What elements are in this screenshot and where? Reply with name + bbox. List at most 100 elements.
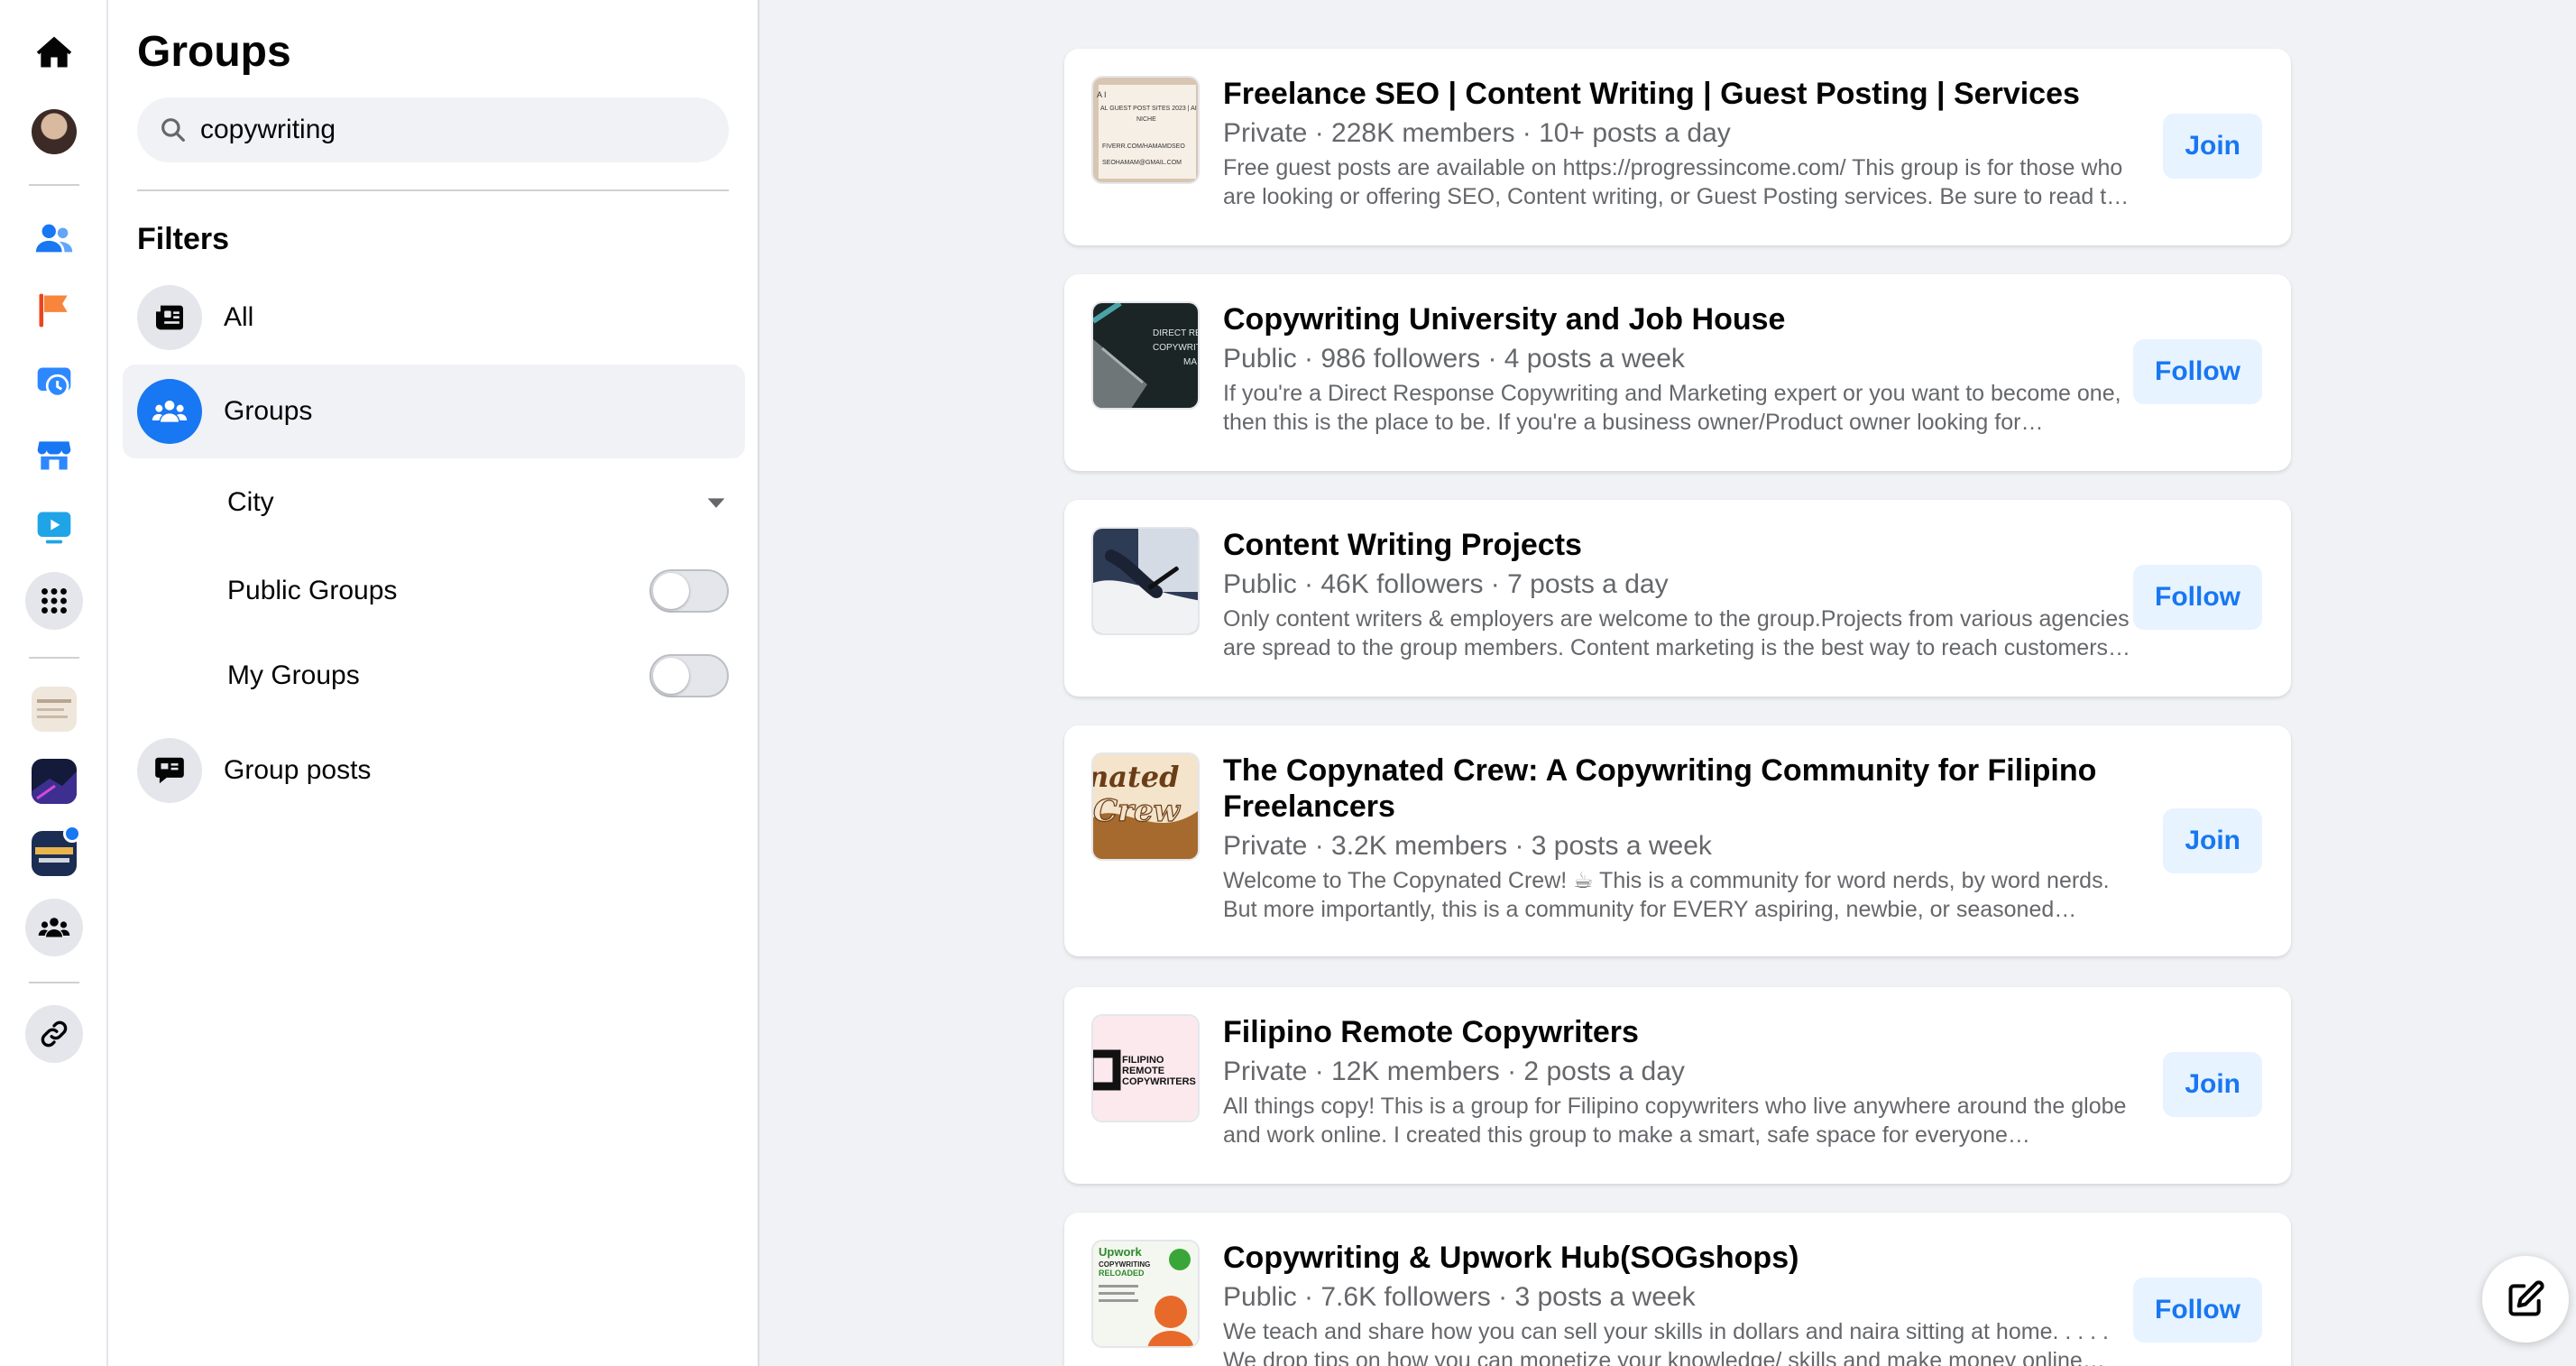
filter-label: Groups bbox=[224, 396, 313, 426]
thumb-text: MA bbox=[1183, 357, 1197, 367]
group-result-card[interactable]: nated Crew The Copynated Crew: A Copywri… bbox=[1064, 725, 2291, 956]
group-thumbnail bbox=[1091, 527, 1200, 635]
compose-icon bbox=[2508, 1280, 2544, 1316]
group-name[interactable]: The Copynated Crew: A Copywriting Commun… bbox=[1223, 752, 2134, 825]
group-description: We teach and share how you can sell your… bbox=[1223, 1319, 2109, 1366]
avatar bbox=[32, 109, 77, 154]
group-thumbnail: FILIPINO REMOTE COPYWRITERS bbox=[1091, 1014, 1200, 1122]
follow-button[interactable]: Follow bbox=[2133, 1278, 2262, 1343]
group-name[interactable]: Copywriting & Upwork Hub(SOGshops) bbox=[1223, 1240, 2134, 1276]
left-nav-rail bbox=[0, 0, 108, 1366]
my-groups-filter: My Groups bbox=[227, 644, 729, 707]
thumb-text: RELOADED bbox=[1099, 1269, 1145, 1278]
group-name[interactable]: Filipino Remote Copywriters bbox=[1223, 1014, 2134, 1050]
thumb-text: COPYWRITERS bbox=[1122, 1076, 1196, 1087]
thumb-text: REMOTE bbox=[1122, 1066, 1164, 1076]
city-dropdown[interactable]: City bbox=[227, 471, 729, 534]
menu-grid-icon[interactable] bbox=[25, 572, 83, 630]
group-meta: Public · 46K followers · 7 posts a day bbox=[1223, 569, 1669, 599]
rail-divider bbox=[29, 657, 79, 659]
groups-sidebar: Groups Filters All Groups City bbox=[108, 0, 759, 1366]
marketplace-icon[interactable] bbox=[25, 426, 83, 484]
caret-down-icon bbox=[707, 498, 725, 508]
group-thumbnail: DIRECT RE COPYWRIT MA bbox=[1091, 301, 1200, 410]
filter-group-posts[interactable]: Group posts bbox=[123, 724, 745, 817]
group-description: If you're a Direct Response Copywriting … bbox=[1223, 381, 2121, 435]
thumb-text: DIRECT RE bbox=[1153, 328, 1200, 338]
profile-avatar[interactable] bbox=[25, 103, 83, 161]
thumb-text: SEOHAMAM@GMAIL.COM bbox=[1102, 160, 1182, 166]
memories-clock-icon[interactable] bbox=[25, 354, 83, 411]
group-thumbnail: nated Crew bbox=[1091, 752, 1200, 861]
join-button[interactable]: Join bbox=[2163, 1052, 2262, 1117]
search-input[interactable] bbox=[200, 115, 705, 145]
follow-button[interactable]: Follow bbox=[2133, 565, 2262, 630]
shortcut-group-1[interactable] bbox=[25, 680, 83, 738]
friends-icon[interactable] bbox=[25, 209, 83, 267]
group-meta: Private · 12K members · 2 posts a day bbox=[1223, 1057, 1685, 1086]
home-icon[interactable] bbox=[25, 23, 83, 81]
watch-video-icon[interactable] bbox=[25, 498, 83, 556]
public-groups-toggle[interactable] bbox=[649, 569, 729, 613]
toggle-knob bbox=[653, 573, 689, 609]
rail-divider bbox=[29, 982, 79, 983]
group-name[interactable]: Copywriting University and Job House bbox=[1223, 301, 2134, 337]
join-button[interactable]: Join bbox=[2163, 808, 2262, 873]
group-info: Content Writing Projects Public · 46K fo… bbox=[1223, 527, 2134, 662]
thumb-text: A I bbox=[1097, 90, 1107, 99]
search-box[interactable] bbox=[137, 97, 729, 162]
thumb-text: Upwork bbox=[1099, 1245, 1142, 1259]
group-thumbnail bbox=[32, 759, 77, 804]
search-icon bbox=[161, 118, 185, 142]
join-button[interactable]: Join bbox=[2163, 114, 2262, 179]
public-groups-label: Public Groups bbox=[227, 576, 398, 605]
group-description: Free guest posts are available on https:… bbox=[1223, 155, 2131, 209]
group-description: All things copy! This is a group for Fil… bbox=[1223, 1094, 2127, 1148]
city-label: City bbox=[227, 487, 274, 517]
thumb-text: NICHE bbox=[1136, 116, 1156, 123]
group-meta: Public · 986 followers · 4 posts a week bbox=[1223, 344, 1685, 374]
page-title: Groups bbox=[137, 28, 291, 76]
group-meta: Private · 228K members · 10+ posts a day bbox=[1223, 118, 1731, 148]
toggle-knob bbox=[653, 658, 689, 694]
shortcut-group-3[interactable] bbox=[25, 825, 83, 882]
thumb-text: Crew bbox=[1093, 793, 1182, 829]
group-info: Copywriting University and Job House Pub… bbox=[1223, 301, 2134, 437]
filters-heading: Filters bbox=[137, 222, 230, 256]
thumb-text: AL GUEST POST SITES 2023 | AI bbox=[1100, 106, 1197, 112]
group-info: Filipino Remote Copywriters Private · 12… bbox=[1223, 1014, 2134, 1149]
group-info: Copywriting & Upwork Hub(SOGshops) Publi… bbox=[1223, 1240, 2134, 1366]
thumb-text: COPYWRIT bbox=[1153, 343, 1200, 353]
group-meta: Private · 3.2K members · 3 posts a week bbox=[1223, 831, 1712, 861]
follow-button[interactable]: Follow bbox=[2133, 339, 2262, 404]
divider bbox=[137, 189, 729, 191]
chat-bubble-icon bbox=[137, 738, 202, 803]
groups-people-icon[interactable] bbox=[25, 899, 83, 956]
shortcut-group-2[interactable] bbox=[25, 752, 83, 810]
group-info: The Copynated Crew: A Copywriting Commun… bbox=[1223, 752, 2134, 924]
group-thumbnail: A I AL GUEST POST SITES 2023 | AI NICHE … bbox=[1091, 76, 1200, 184]
group-result-card[interactable]: FILIPINO REMOTE COPYWRITERS Filipino Rem… bbox=[1064, 987, 2291, 1184]
group-result-card[interactable]: Upwork COPYWRITING RELOADED Copywriting … bbox=[1064, 1213, 2291, 1366]
group-name[interactable]: Freelance SEO | Content Writing | Guest … bbox=[1223, 76, 2134, 112]
rail-divider bbox=[29, 184, 79, 186]
pages-flag-icon[interactable] bbox=[25, 282, 83, 339]
public-groups-filter: Public Groups bbox=[227, 559, 729, 623]
group-info: Freelance SEO | Content Writing | Guest … bbox=[1223, 76, 2134, 211]
group-thumbnail bbox=[32, 687, 77, 732]
group-result-card[interactable]: A I AL GUEST POST SITES 2023 | AI NICHE … bbox=[1064, 49, 2291, 245]
group-result-card[interactable]: Content Writing Projects Public · 46K fo… bbox=[1064, 500, 2291, 697]
my-groups-toggle[interactable] bbox=[649, 654, 729, 697]
new-message-button[interactable] bbox=[2482, 1256, 2569, 1343]
thumb-text: COPYWRITING bbox=[1099, 1260, 1150, 1269]
filter-groups[interactable]: Groups bbox=[123, 365, 745, 458]
group-meta: Public · 7.6K followers · 3 posts a week bbox=[1223, 1282, 1696, 1312]
groups-people-icon bbox=[137, 379, 202, 444]
filter-all[interactable]: All bbox=[123, 271, 745, 365]
filter-label: All bbox=[224, 302, 254, 332]
group-name[interactable]: Content Writing Projects bbox=[1223, 527, 2134, 563]
thumb-text: FILIPINO bbox=[1122, 1055, 1164, 1066]
group-result-card[interactable]: DIRECT RE COPYWRIT MA Copywriting Univer… bbox=[1064, 274, 2291, 471]
search-results-icon bbox=[137, 285, 202, 350]
link-icon[interactable] bbox=[25, 1005, 83, 1063]
